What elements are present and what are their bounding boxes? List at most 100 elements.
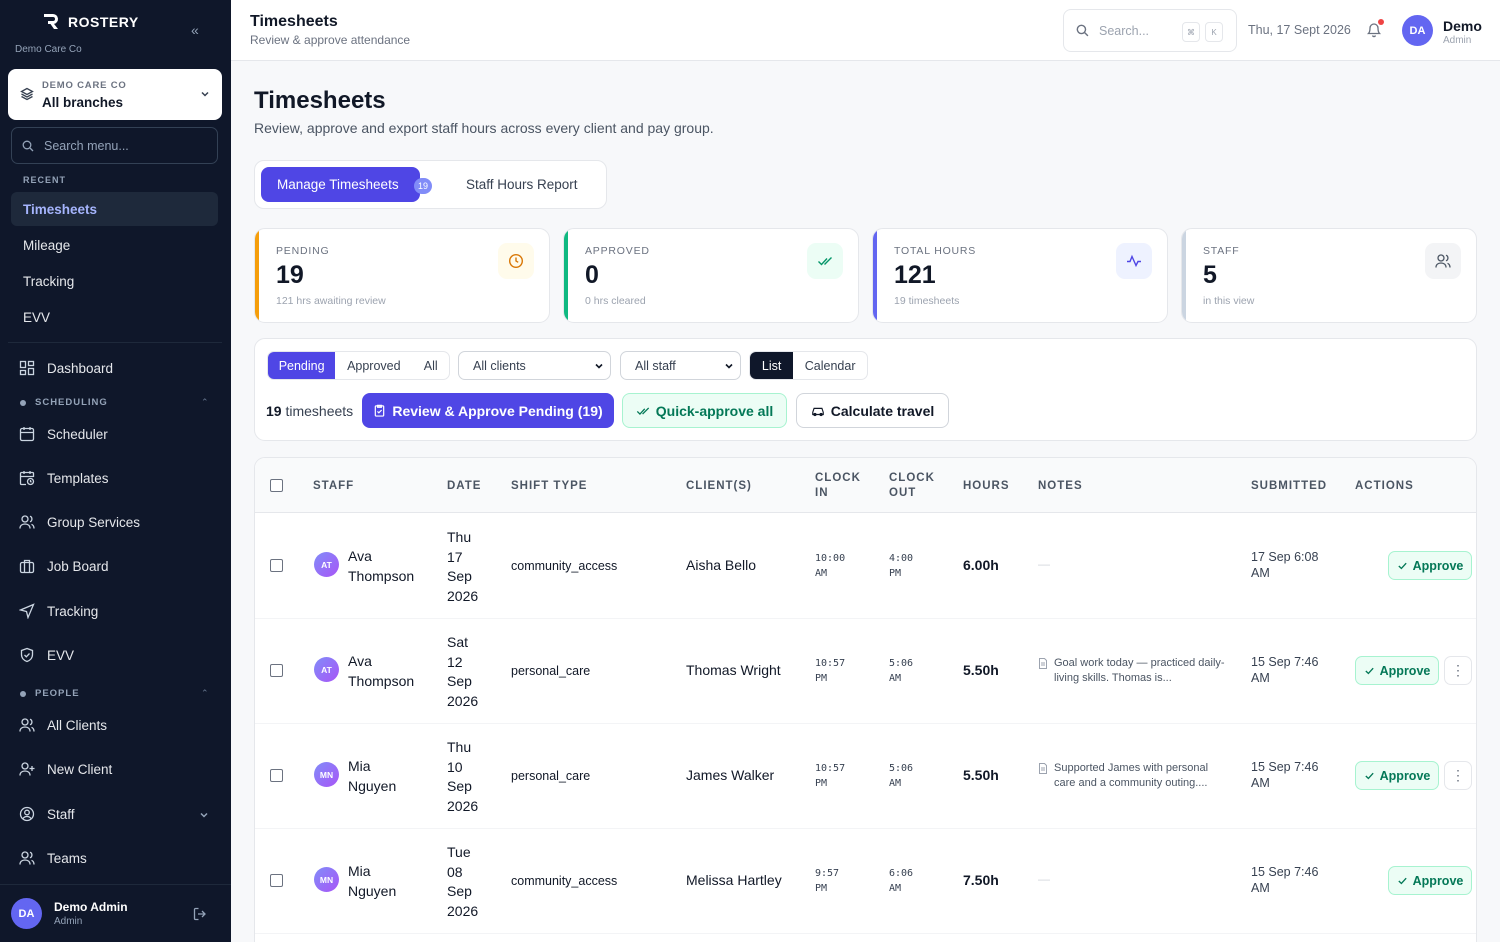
meridiem: AM — [889, 778, 902, 789]
button-label: Approve — [1379, 768, 1431, 783]
avatar[interactable]: DA — [11, 898, 42, 929]
button-label: Approve — [1412, 558, 1464, 573]
sidebar-item-all-clients[interactable]: All Clients — [11, 708, 218, 742]
approve-button[interactable]: Approve — [1355, 761, 1439, 790]
header-submitted[interactable]: SUBMITTED — [1251, 479, 1327, 494]
review-approve-button[interactable]: Review & Approve Pending (19) — [362, 393, 614, 428]
table-row[interactable]: AT Ava Thompson Thu 17 Sep 2026 community_ac… — [255, 514, 1476, 619]
button-label: Review & Approve Pending (19) — [392, 402, 603, 419]
users-icon — [19, 515, 35, 529]
recent-item-label: Timesheets — [23, 201, 98, 217]
date-part: 08 — [447, 863, 463, 880]
menu-search-input[interactable]: Search menu... — [11, 127, 218, 164]
search-placeholder: Search... — [1099, 24, 1150, 38]
sidebar-item-label: Tracking — [47, 604, 99, 619]
date-part: Sep — [447, 673, 472, 689]
view-calendar[interactable]: Calendar — [793, 352, 867, 379]
header-staff[interactable]: STAFF — [313, 479, 354, 494]
branch-org-label: DEMO CARE CO — [42, 80, 127, 91]
first-name: Ava — [348, 548, 372, 564]
recent-item-timesheets[interactable]: Timesheets — [11, 192, 218, 226]
recent-item-label: Mileage — [23, 237, 71, 253]
status-approved[interactable]: Approved — [335, 352, 412, 379]
row-checkbox[interactable] — [270, 769, 283, 782]
stat-card-staff: STAFF 5 in this view — [1181, 228, 1477, 323]
date-part: 12 — [447, 653, 463, 670]
sidebar-item-label: Templates — [47, 471, 109, 486]
search-icon — [1076, 24, 1089, 37]
users-icon — [1425, 243, 1461, 279]
chevron-up-icon[interactable]: ⌃ — [201, 688, 209, 699]
table-row[interactable]: MN Mia Nguyen Tue 08 Sep 2026 community_acce… — [255, 829, 1476, 934]
select-all-checkbox[interactable] — [270, 479, 283, 492]
chevron-down-icon — [201, 91, 209, 97]
clock-in-time: 10:57 PM — [815, 761, 845, 791]
date-part: 17 — [447, 548, 463, 565]
sidebar-item-teams[interactable]: Teams — [11, 841, 218, 875]
sidebar-item-scheduler[interactable]: Scheduler — [11, 417, 218, 451]
sidebar-item-evv[interactable]: EVV — [11, 638, 218, 672]
approve-button[interactable]: Approve — [1355, 656, 1439, 685]
select-value: All clients — [473, 359, 526, 373]
collapse-sidebar-icon[interactable]: « — [191, 22, 199, 38]
global-search-input[interactable]: Search... ⌘ K — [1063, 9, 1237, 52]
calculate-travel-button[interactable]: Calculate travel — [796, 393, 949, 428]
clients-select[interactable]: All clients — [458, 351, 611, 380]
clock-out-time: 5:06 AM — [889, 761, 913, 791]
submitted-time: 15 Sep 7:46 AM — [1251, 760, 1318, 791]
group-people[interactable]: PEOPLE — [20, 688, 80, 699]
sidebar-item-tracking[interactable]: Tracking — [11, 594, 218, 628]
accent-bar — [564, 229, 568, 322]
status-pending[interactable]: Pending — [268, 352, 336, 379]
sidebar-item-group-services[interactable]: Group Services — [11, 505, 218, 539]
group-scheduling[interactable]: SCHEDULING — [20, 397, 108, 408]
quick-approve-all-button[interactable]: Quick-approve all — [622, 393, 787, 428]
row-checkbox[interactable] — [270, 664, 283, 677]
sidebar-item-new-client[interactable]: New Client — [11, 752, 218, 786]
tab-manage-timesheets[interactable]: Manage Timesheets 19 — [261, 167, 432, 202]
submitted-meridiem: AM — [1251, 670, 1270, 685]
navigation-icon — [19, 603, 35, 619]
recent-item-evv[interactable]: EVV — [11, 300, 218, 334]
sidebar-item-dashboard[interactable]: Dashboard — [11, 351, 218, 385]
org-name: Demo Care Co — [15, 44, 82, 55]
search-icon — [22, 140, 34, 152]
sidebar-item-templates[interactable]: Templates — [11, 461, 218, 495]
more-options-icon[interactable]: ⋮ — [1444, 656, 1472, 685]
user-plus-icon — [19, 762, 35, 776]
approve-button[interactable]: Approve — [1388, 551, 1472, 580]
header-clients: CLIENT(S) — [686, 480, 752, 492]
recent-item-mileage[interactable]: Mileage — [11, 228, 218, 262]
table-row[interactable]: AT Ava Thompson Sat 12 Sep 2026 personal_car… — [255, 619, 1476, 724]
more-options-icon[interactable]: ⋮ — [1444, 761, 1472, 790]
tab-staff-hours-report[interactable]: Staff Hours Report — [466, 177, 578, 192]
branch-selector[interactable]: DEMO CARE CO All branches — [8, 69, 222, 120]
first-name: Ava — [348, 653, 372, 669]
approve-button[interactable]: Approve — [1388, 866, 1472, 895]
staff-avatar: MN — [314, 867, 339, 892]
table-row[interactable]: MN Mia Nguyen Thu 10 Sep 2026 personal_care … — [255, 724, 1476, 829]
sidebar-item-staff[interactable]: Staff — [11, 797, 218, 831]
view-list[interactable]: List — [750, 352, 794, 379]
shield-check-icon — [20, 647, 34, 663]
recent-item-label: Tracking — [23, 273, 75, 289]
row-checkbox[interactable] — [270, 874, 283, 887]
row-checkbox[interactable] — [270, 559, 283, 572]
submitted-date: 17 Sep 6:08 — [1251, 550, 1319, 564]
user-short-name: Demo — [1443, 18, 1482, 34]
status-all[interactable]: All — [412, 352, 449, 379]
client-name: Thomas Wright — [686, 662, 781, 678]
select-value: All staff — [635, 359, 676, 373]
header-date[interactable]: DATE — [447, 479, 481, 494]
recent-item-tracking[interactable]: Tracking — [11, 264, 218, 298]
double-check-icon — [636, 406, 649, 415]
chevron-up-icon[interactable]: ⌃ — [201, 397, 209, 408]
logo[interactable]: ROSTERY — [42, 13, 139, 30]
staff-select[interactable]: All staff — [620, 351, 741, 380]
avatar[interactable]: DA — [1402, 15, 1433, 46]
header-line: CLOCK — [815, 472, 861, 484]
sidebar-item-job-board[interactable]: Job Board — [11, 549, 218, 583]
clock-in-time: 10:00 AM — [815, 551, 845, 581]
logout-icon[interactable] — [193, 907, 207, 921]
meridiem: AM — [889, 883, 902, 894]
